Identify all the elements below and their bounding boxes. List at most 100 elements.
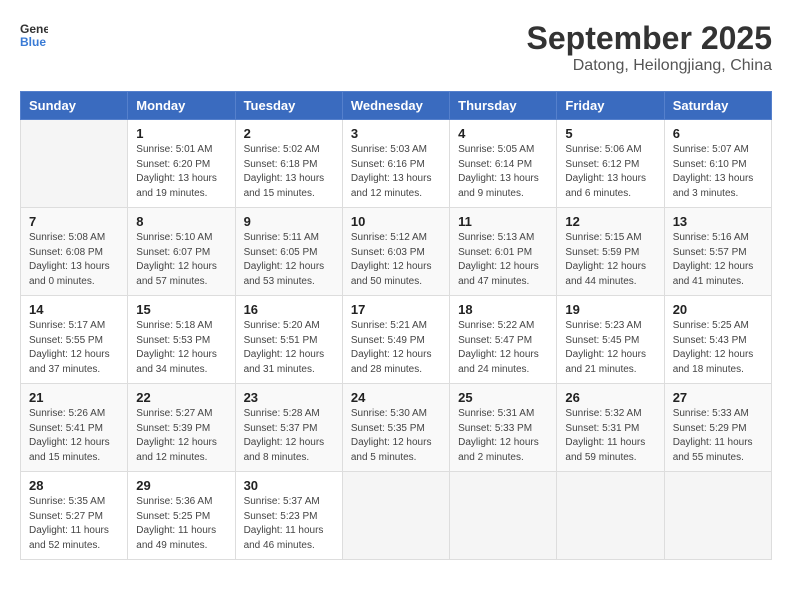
calendar-day-cell: 27Sunrise: 5:33 AM Sunset: 5:29 PM Dayli… xyxy=(664,384,771,472)
day-number: 29 xyxy=(136,478,226,493)
logo-icon: General Blue xyxy=(20,20,48,48)
calendar-day-cell: 16 Sunrise: 5:20 AM Sunset: 5:51 PM Dayli… xyxy=(235,296,342,384)
day-info: Sunrise: 5:08 AM Sunset: 6:08 PM Dayligh… xyxy=(29,231,119,289)
calendar-day-cell: 3 Sunrise: 5:03 AM Sunset: 6:16 PM Daylig… xyxy=(342,120,449,208)
day-info: Sunrise: 5:11 AM Sunset: 6:05 PM Dayligh… xyxy=(244,231,334,289)
calendar-day-cell: 5 Sunrise: 5:06 AM Sunset: 6:12 PM Daylig… xyxy=(557,120,664,208)
day-number: 30 xyxy=(244,478,334,493)
weekday-header-cell: Friday xyxy=(557,92,664,120)
calendar-week-row: 7 Sunrise: 5:08 AM Sunset: 6:08 PM Daylig… xyxy=(21,208,772,296)
calendar-week-row: 1 Sunrise: 5:01 AM Sunset: 6:20 PM Daylig… xyxy=(21,120,772,208)
day-info: Sunrise: 5:15 AM Sunset: 5:59 PM Dayligh… xyxy=(565,231,655,289)
day-info: Sunrise: 5:20 AM Sunset: 5:51 PM Dayligh… xyxy=(244,319,334,377)
day-info: Sunrise: 5:10 AM Sunset: 6:07 PM Dayligh… xyxy=(136,231,226,289)
calendar-day-cell: 6 Sunrise: 5:07 AM Sunset: 6:10 PM Daylig… xyxy=(664,120,771,208)
calendar-day-cell: 22 Sunrise: 5:27 AM Sunset: 5:39 PM Dayli… xyxy=(128,384,235,472)
calendar-day-cell xyxy=(450,472,557,560)
calendar-day-cell: 8Sunrise: 5:10 AM Sunset: 6:07 PM Daylig… xyxy=(128,208,235,296)
day-info: Sunrise: 5:31 AM Sunset: 5:33 PM Dayligh… xyxy=(458,407,548,465)
day-info: Sunrise: 5:13 AM Sunset: 6:01 PM Dayligh… xyxy=(458,231,548,289)
weekday-header-cell: Thursday xyxy=(450,92,557,120)
day-number: 16 xyxy=(244,302,334,317)
calendar-day-cell xyxy=(664,472,771,560)
day-number: 25 xyxy=(458,390,548,405)
calendar-day-cell: 1 Sunrise: 5:01 AM Sunset: 6:20 PM Daylig… xyxy=(128,120,235,208)
calendar-day-cell: 17 Sunrise: 5:21 AM Sunset: 5:49 PM Dayli… xyxy=(342,296,449,384)
day-number: 17 xyxy=(351,302,441,317)
day-info: Sunrise: 5:30 AM Sunset: 5:35 PM Dayligh… xyxy=(351,407,441,465)
day-info: Sunrise: 5:27 AM Sunset: 5:39 PM Dayligh… xyxy=(136,407,226,465)
day-number: 10 xyxy=(351,214,441,229)
day-info: Sunrise: 5:37 AM Sunset: 5:23 PM Dayligh… xyxy=(244,495,334,553)
day-number: 28 xyxy=(29,478,119,493)
calendar-day-cell xyxy=(21,120,128,208)
month-title: September 2025 xyxy=(527,20,772,57)
calendar-day-cell: 21 Sunrise: 5:26 AM Sunset: 5:41 PM Dayli… xyxy=(21,384,128,472)
weekday-header-cell: Sunday xyxy=(21,92,128,120)
page-header: General Blue September 2025 Datong, Heil… xyxy=(20,20,772,75)
calendar-day-cell: 28Sunrise: 5:35 AM Sunset: 5:27 PM Dayli… xyxy=(21,472,128,560)
day-info: Sunrise: 5:26 AM Sunset: 5:41 PM Dayligh… xyxy=(29,407,119,465)
day-info: Sunrise: 5:33 AM Sunset: 5:29 PM Dayligh… xyxy=(673,407,763,465)
calendar-day-cell: 25 Sunrise: 5:31 AM Sunset: 5:33 PM Dayli… xyxy=(450,384,557,472)
calendar-day-cell: 4 Sunrise: 5:05 AM Sunset: 6:14 PM Daylig… xyxy=(450,120,557,208)
day-info: Sunrise: 5:36 AM Sunset: 5:25 PM Dayligh… xyxy=(136,495,226,553)
day-number: 7 xyxy=(29,214,119,229)
day-number: 23 xyxy=(244,390,334,405)
calendar-day-cell: 20 Sunrise: 5:25 AM Sunset: 5:43 PM Dayli… xyxy=(664,296,771,384)
day-number: 20 xyxy=(673,302,763,317)
day-number: 14 xyxy=(29,302,119,317)
weekday-header-cell: Saturday xyxy=(664,92,771,120)
day-info: Sunrise: 5:12 AM Sunset: 6:03 PM Dayligh… xyxy=(351,231,441,289)
calendar-day-cell: 10 Sunrise: 5:12 AM Sunset: 6:03 PM Dayli… xyxy=(342,208,449,296)
day-info: Sunrise: 5:22 AM Sunset: 5:47 PM Dayligh… xyxy=(458,319,548,377)
weekday-header-row: SundayMondayTuesdayWednesdayThursdayFrid… xyxy=(21,92,772,120)
calendar-day-cell: 14 Sunrise: 5:17 AM Sunset: 5:55 PM Dayli… xyxy=(21,296,128,384)
day-number: 11 xyxy=(458,214,548,229)
day-number: 12 xyxy=(565,214,655,229)
day-info: Sunrise: 5:01 AM Sunset: 6:20 PM Dayligh… xyxy=(136,143,226,201)
day-info: Sunrise: 5:03 AM Sunset: 6:16 PM Dayligh… xyxy=(351,143,441,201)
calendar-week-row: 28Sunrise: 5:35 AM Sunset: 5:27 PM Dayli… xyxy=(21,472,772,560)
calendar-week-row: 21 Sunrise: 5:26 AM Sunset: 5:41 PM Dayli… xyxy=(21,384,772,472)
svg-text:Blue: Blue xyxy=(20,35,46,48)
calendar-body: 1 Sunrise: 5:01 AM Sunset: 6:20 PM Daylig… xyxy=(21,120,772,560)
day-number: 5 xyxy=(565,126,655,141)
calendar-day-cell: 13 Sunrise: 5:16 AM Sunset: 5:57 PM Dayli… xyxy=(664,208,771,296)
day-info: Sunrise: 5:28 AM Sunset: 5:37 PM Dayligh… xyxy=(244,407,334,465)
day-info: Sunrise: 5:23 AM Sunset: 5:45 PM Dayligh… xyxy=(565,319,655,377)
day-number: 4 xyxy=(458,126,548,141)
logo: General Blue xyxy=(20,20,48,48)
day-info: Sunrise: 5:02 AM Sunset: 6:18 PM Dayligh… xyxy=(244,143,334,201)
day-info: Sunrise: 5:05 AM Sunset: 6:14 PM Dayligh… xyxy=(458,143,548,201)
calendar-day-cell: 26Sunrise: 5:32 AM Sunset: 5:31 PM Dayli… xyxy=(557,384,664,472)
title-area: September 2025 Datong, Heilongjiang, Chi… xyxy=(527,20,772,75)
day-number: 21 xyxy=(29,390,119,405)
svg-text:General: General xyxy=(20,22,48,36)
calendar-day-cell: 11 Sunrise: 5:13 AM Sunset: 6:01 PM Dayli… xyxy=(450,208,557,296)
day-number: 3 xyxy=(351,126,441,141)
day-info: Sunrise: 5:17 AM Sunset: 5:55 PM Dayligh… xyxy=(29,319,119,377)
weekday-header-cell: Monday xyxy=(128,92,235,120)
day-info: Sunrise: 5:07 AM Sunset: 6:10 PM Dayligh… xyxy=(673,143,763,201)
day-number: 18 xyxy=(458,302,548,317)
day-info: Sunrise: 5:21 AM Sunset: 5:49 PM Dayligh… xyxy=(351,319,441,377)
calendar-table: SundayMondayTuesdayWednesdayThursdayFrid… xyxy=(20,91,772,560)
day-info: Sunrise: 5:16 AM Sunset: 5:57 PM Dayligh… xyxy=(673,231,763,289)
calendar-week-row: 14 Sunrise: 5:17 AM Sunset: 5:55 PM Dayli… xyxy=(21,296,772,384)
day-number: 24 xyxy=(351,390,441,405)
calendar-day-cell xyxy=(342,472,449,560)
day-number: 15 xyxy=(136,302,226,317)
day-number: 6 xyxy=(673,126,763,141)
calendar-day-cell: 12 Sunrise: 5:15 AM Sunset: 5:59 PM Dayli… xyxy=(557,208,664,296)
day-number: 22 xyxy=(136,390,226,405)
location-title: Datong, Heilongjiang, China xyxy=(527,57,772,75)
day-info: Sunrise: 5:06 AM Sunset: 6:12 PM Dayligh… xyxy=(565,143,655,201)
day-number: 1 xyxy=(136,126,226,141)
weekday-header-cell: Wednesday xyxy=(342,92,449,120)
day-number: 2 xyxy=(244,126,334,141)
calendar-day-cell: 9Sunrise: 5:11 AM Sunset: 6:05 PM Daylig… xyxy=(235,208,342,296)
day-info: Sunrise: 5:25 AM Sunset: 5:43 PM Dayligh… xyxy=(673,319,763,377)
calendar-day-cell: 19Sunrise: 5:23 AM Sunset: 5:45 PM Dayli… xyxy=(557,296,664,384)
day-number: 13 xyxy=(673,214,763,229)
